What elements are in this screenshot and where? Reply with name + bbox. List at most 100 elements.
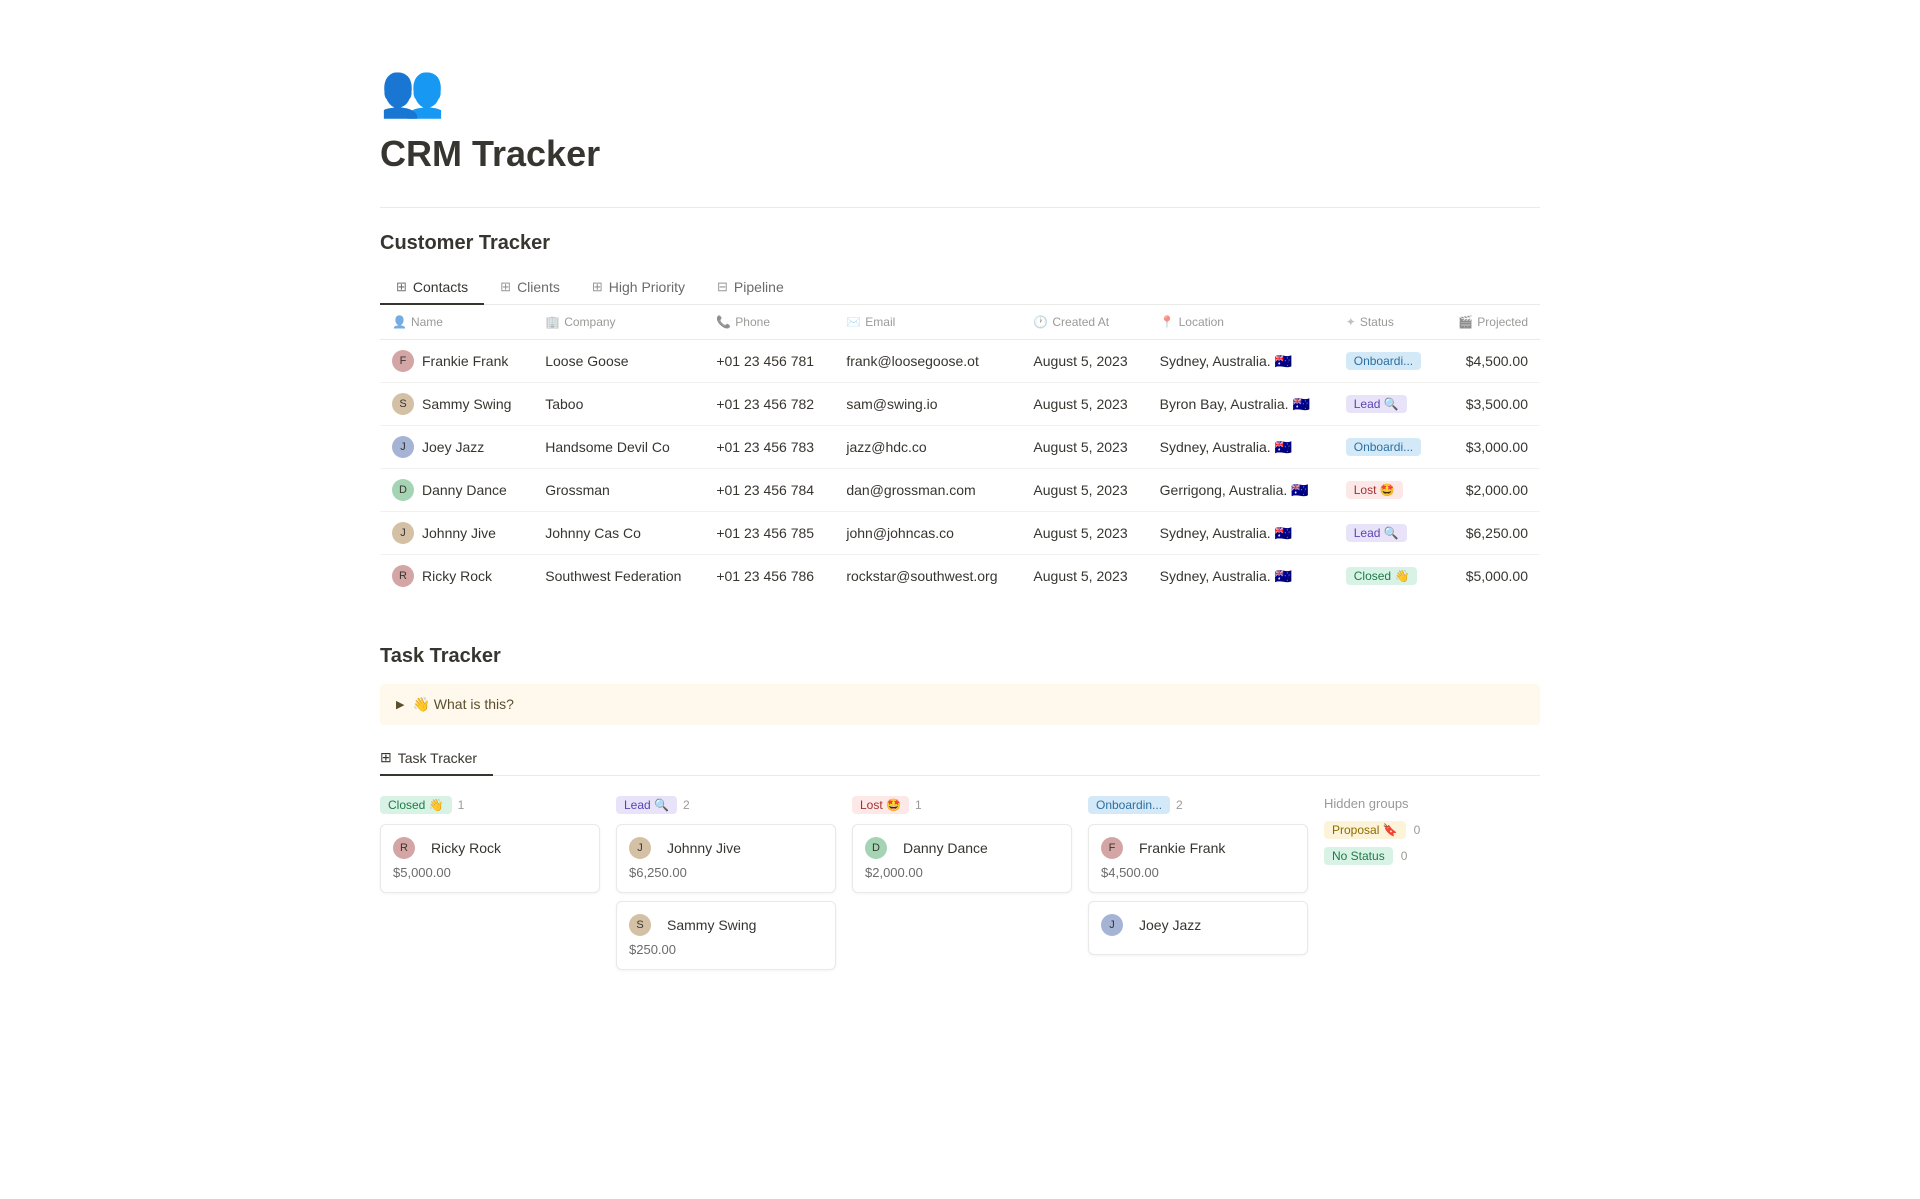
tab-pipeline[interactable]: ⊟ Pipeline <box>701 271 800 305</box>
table-row[interactable]: R Ricky Rock Southwest Federation +01 23… <box>380 555 1540 598</box>
cell-phone: +01 23 456 784 <box>704 469 834 512</box>
cell-status[interactable]: Lead 🔍 <box>1334 512 1440 555</box>
avatar: R <box>392 565 414 587</box>
task-info-box[interactable]: ▶ 👋 What is this? <box>380 684 1540 725</box>
kanban-card-value: $6,250.00 <box>629 865 823 880</box>
kanban-col-badge: Lead 🔍 <box>616 796 677 814</box>
kanban-avatar: F <box>1101 837 1123 859</box>
kanban-avatar: R <box>393 837 415 859</box>
hidden-group-item: No Status 0 <box>1324 847 1420 865</box>
kanban-col-lead: Lead 🔍 2 J Johnny Jive $6,250.00 S Sammy… <box>616 796 836 978</box>
avatar: J <box>392 436 414 458</box>
cell-phone: +01 23 456 782 <box>704 383 834 426</box>
status-badge[interactable]: Lost 🤩 <box>1346 481 1403 499</box>
kanban-avatar: D <box>865 837 887 859</box>
cell-status[interactable]: Closed 👋 <box>1334 555 1440 598</box>
status-badge[interactable]: Onboardi... <box>1346 352 1421 370</box>
hidden-groups-title: Hidden groups <box>1324 796 1420 811</box>
cell-name: R Ricky Rock <box>380 555 533 598</box>
status-badge[interactable]: Lead 🔍 <box>1346 395 1407 413</box>
task-tracker-tab[interactable]: ⊞ Task Tracker <box>380 741 493 776</box>
avatar: S <box>392 393 414 415</box>
cell-location: Byron Bay, Australia. 🇦🇺 <box>1148 383 1334 426</box>
clients-tab-label: Clients <box>517 279 560 295</box>
col-projected: 🎬Projected <box>1440 305 1540 340</box>
cell-status[interactable]: Lost 🤩 <box>1334 469 1440 512</box>
cell-created-at: August 5, 2023 <box>1021 340 1147 383</box>
info-arrow: ▶ <box>396 698 404 711</box>
kanban-avatar: S <box>629 914 651 936</box>
pipeline-tab-icon: ⊟ <box>717 279 728 295</box>
cell-company: Grossman <box>533 469 704 512</box>
kanban-name-text: Ricky Rock <box>431 840 501 856</box>
task-tab-icon: ⊞ <box>380 749 392 766</box>
cell-company: Southwest Federation <box>533 555 704 598</box>
high-priority-tab-icon: ⊞ <box>592 279 603 295</box>
tab-high-priority[interactable]: ⊞ High Priority <box>576 271 701 305</box>
page-title: CRM Tracker <box>380 133 1540 175</box>
kanban-col-onboarding: Onboardin... 2 F Frankie Frank $4,500.00… <box>1088 796 1308 963</box>
kanban-card-name: J Joey Jazz <box>1101 914 1295 936</box>
kanban-col-header: Lost 🤩 1 <box>852 796 1072 814</box>
hidden-group-count: 0 <box>1414 823 1421 837</box>
avatar: J <box>392 522 414 544</box>
high-priority-tab-label: High Priority <box>609 279 685 295</box>
kanban-card[interactable]: F Frankie Frank $4,500.00 <box>1088 824 1308 893</box>
kanban-card[interactable]: R Ricky Rock $5,000.00 <box>380 824 600 893</box>
kanban-card-value: $5,000.00 <box>393 865 587 880</box>
cell-projected: $6,250.00 <box>1440 512 1540 555</box>
kanban-card[interactable]: J Joey Jazz <box>1088 901 1308 955</box>
col-company: 🏢Company <box>533 305 704 340</box>
kanban-board: Closed 👋 1 R Ricky Rock $5,000.00 Lead 🔍… <box>380 796 1540 978</box>
hidden-group-badge: No Status <box>1324 847 1393 865</box>
table-row[interactable]: J Johnny Jive Johnny Cas Co +01 23 456 7… <box>380 512 1540 555</box>
col-email: ✉️Email <box>834 305 1021 340</box>
tab-clients[interactable]: ⊞ Clients <box>484 271 576 305</box>
cell-location: Sydney, Australia. 🇦🇺 <box>1148 512 1334 555</box>
kanban-name-text: Johnny Jive <box>667 840 741 856</box>
table-row[interactable]: J Joey Jazz Handsome Devil Co +01 23 456… <box>380 426 1540 469</box>
col-location: 📍Location <box>1148 305 1334 340</box>
status-badge[interactable]: Lead 🔍 <box>1346 524 1407 542</box>
table-row[interactable]: D Danny Dance Grossman +01 23 456 784 da… <box>380 469 1540 512</box>
kanban-card[interactable]: J Johnny Jive $6,250.00 <box>616 824 836 893</box>
customer-tracker-section: Customer Tracker ⊞ Contacts ⊞ Clients ⊞ … <box>380 232 1540 597</box>
contact-name: Frankie Frank <box>422 353 508 369</box>
cell-created-at: August 5, 2023 <box>1021 383 1147 426</box>
cell-location: Gerrigong, Australia. 🇦🇺 <box>1148 469 1334 512</box>
cell-created-at: August 5, 2023 <box>1021 512 1147 555</box>
status-badge[interactable]: Onboardi... <box>1346 438 1421 456</box>
cell-email: dan@grossman.com <box>834 469 1021 512</box>
contacts-tab-label: Contacts <box>413 279 468 295</box>
kanban-col-header: Closed 👋 1 <box>380 796 600 814</box>
kanban-avatar: J <box>1101 914 1123 936</box>
kanban-card[interactable]: S Sammy Swing $250.00 <box>616 901 836 970</box>
contact-name: Joey Jazz <box>422 439 484 455</box>
contact-name: Johnny Jive <box>422 525 496 541</box>
status-badge[interactable]: Closed 👋 <box>1346 567 1418 585</box>
task-tracker-title: Task Tracker <box>380 645 1540 668</box>
kanban-col-badge: Onboardin... <box>1088 796 1170 814</box>
cell-status[interactable]: Onboardi... <box>1334 426 1440 469</box>
kanban-name-text: Frankie Frank <box>1139 840 1225 856</box>
task-tracker-section: Task Tracker ▶ 👋 What is this? ⊞ Task Tr… <box>380 645 1540 978</box>
kanban-avatar: J <box>629 837 651 859</box>
pipeline-tab-label: Pipeline <box>734 279 784 295</box>
table-row[interactable]: S Sammy Swing Taboo +01 23 456 782 sam@s… <box>380 383 1540 426</box>
cell-email: john@johncas.co <box>834 512 1021 555</box>
cell-company: Taboo <box>533 383 704 426</box>
tab-contacts[interactable]: ⊞ Contacts <box>380 271 484 305</box>
hidden-group-count: 0 <box>1401 849 1408 863</box>
hidden-group-badge: Proposal 🔖 <box>1324 821 1406 839</box>
cell-status[interactable]: Lead 🔍 <box>1334 383 1440 426</box>
kanban-card-name: F Frankie Frank <box>1101 837 1295 859</box>
cell-name: S Sammy Swing <box>380 383 533 426</box>
kanban-card[interactable]: D Danny Dance $2,000.00 <box>852 824 1072 893</box>
kanban-col-count: 1 <box>915 798 922 812</box>
contact-name: Ricky Rock <box>422 568 492 584</box>
cell-email: rockstar@southwest.org <box>834 555 1021 598</box>
cell-status[interactable]: Onboardi... <box>1334 340 1440 383</box>
table-row[interactable]: F Frankie Frank Loose Goose +01 23 456 7… <box>380 340 1540 383</box>
cell-location: Sydney, Australia. 🇦🇺 <box>1148 426 1334 469</box>
cell-name: J Johnny Jive <box>380 512 533 555</box>
